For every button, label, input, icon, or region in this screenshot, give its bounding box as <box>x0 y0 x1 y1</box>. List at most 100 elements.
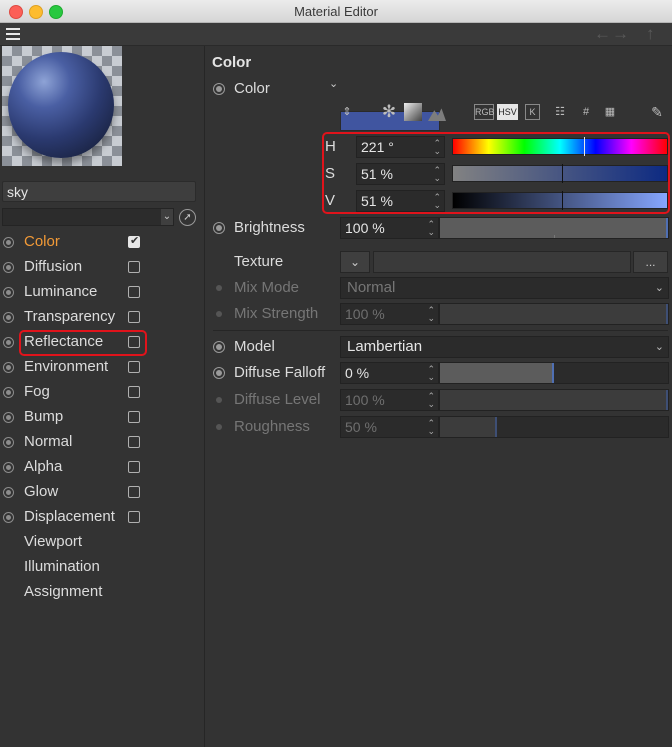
channel-diffusion[interactable]: Diffusion <box>0 257 200 279</box>
diffuse-falloff-slider-marker[interactable] <box>552 363 554 383</box>
diffuse-falloff-slider[interactable] <box>439 362 669 384</box>
diffuse-level-field[interactable]: 100 % ⌃ ⌄ <box>340 389 439 411</box>
material-name-field[interactable]: sky <box>2 181 196 202</box>
link-dropdown[interactable]: ⌄ <box>2 208 174 226</box>
texture-row: Texture ⌄ ... <box>205 251 672 273</box>
color-mode-toolbar: ⇕ ✻ RGB HSV K ☷ # ▦ ✎ <box>337 102 667 126</box>
chevron-down-icon: ⌄ <box>161 209 173 225</box>
channel-animate-radio[interactable] <box>3 412 14 423</box>
mix-strength-slider[interactable] <box>439 303 669 325</box>
mix-strength-field[interactable]: 100 % ⌃ ⌄ <box>340 303 439 325</box>
channel-animate-radio[interactable] <box>3 362 14 373</box>
channel-normal[interactable]: Normal <box>0 432 200 454</box>
brightness-row: Brightness 100 % ⌃ ⌄ <box>205 217 672 239</box>
brightness-animate-radio[interactable] <box>213 222 225 234</box>
mix-mode-select[interactable]: Normal ⌄ <box>340 277 669 299</box>
spin-arrows-icon[interactable]: ⌃ ⌄ <box>427 306 435 323</box>
arrow-right-icon[interactable]: → <box>612 24 629 44</box>
brightness-field[interactable]: 100 % ⌃ ⌄ <box>340 217 439 239</box>
channel-animate-radio[interactable] <box>3 312 14 323</box>
brightness-slider[interactable] <box>439 217 669 239</box>
collapse-icon[interactable]: ⇕ <box>337 102 357 122</box>
channel-animate-radio[interactable] <box>3 237 14 248</box>
diffuse-level-slider-marker[interactable] <box>666 390 668 410</box>
roughness-slider[interactable] <box>439 416 669 438</box>
channel-enable-checkbox[interactable] <box>128 261 140 273</box>
spin-arrows-icon[interactable]: ⌃ ⌄ <box>427 392 435 409</box>
eyedropper-icon[interactable]: ✎ <box>647 102 667 122</box>
swatches-icon[interactable]: ▦ <box>600 102 620 122</box>
channel-enable-checkbox[interactable] <box>128 511 140 523</box>
mixer-icon[interactable]: ☷ <box>550 102 570 122</box>
diffuse-level-slider[interactable] <box>439 389 669 411</box>
channel-bump[interactable]: Bump <box>0 407 200 429</box>
roughness-slider-marker[interactable] <box>495 417 497 437</box>
channel-enable-checkbox[interactable] <box>128 386 140 398</box>
pick-cursor-icon[interactable]: ➚ <box>179 209 196 226</box>
channel-transparency[interactable]: Transparency <box>0 307 200 329</box>
channel-animate-radio[interactable] <box>3 287 14 298</box>
model-select[interactable]: Lambertian ⌄ <box>340 336 669 358</box>
hex-icon[interactable]: # <box>576 102 596 122</box>
channel-enable-checkbox[interactable] <box>128 461 140 473</box>
kelvin-mode-button[interactable]: K <box>525 104 540 120</box>
mix-strength-slider-fill <box>440 304 668 324</box>
channel-luminance[interactable]: Luminance <box>0 282 200 304</box>
diffuse-falloff-animate-radio[interactable] <box>213 367 225 379</box>
channel-environment[interactable]: Environment <box>0 357 200 379</box>
channel-displacement[interactable]: Displacement <box>0 507 200 529</box>
channel-illumination[interactable]: Illumination <box>0 557 200 579</box>
color-wheel-icon[interactable]: ✻ <box>379 102 399 122</box>
chevron-down-icon[interactable]: ⌄ <box>329 77 338 90</box>
chevron-down-icon: ⌄ <box>654 341 664 353</box>
channel-viewport[interactable]: Viewport <box>0 532 200 554</box>
channel-animate-radio[interactable] <box>3 262 14 273</box>
channel-enable-checkbox[interactable] <box>128 311 140 323</box>
spin-arrows-icon[interactable]: ⌃ ⌄ <box>427 365 435 382</box>
channel-assignment[interactable]: Assignment <box>0 582 200 604</box>
channel-enable-checkbox[interactable] <box>128 411 140 423</box>
model-value: Lambertian <box>347 338 423 355</box>
texture-more-button[interactable]: ... <box>633 251 668 273</box>
channel-alpha[interactable]: Alpha <box>0 457 200 479</box>
channel-glow[interactable]: Glow <box>0 482 200 504</box>
channel-enable-checkbox[interactable] <box>128 286 140 298</box>
diffuse-falloff-field[interactable]: 0 % ⌃ ⌄ <box>340 362 439 384</box>
roughness-field[interactable]: 50 % ⌃ ⌄ <box>340 416 439 438</box>
channel-enable-checkbox[interactable] <box>128 234 140 248</box>
arrow-left-icon[interactable]: ← <box>594 24 611 44</box>
model-animate-radio[interactable] <box>213 341 225 353</box>
hsv-mode-button[interactable]: HSV <box>497 104 518 120</box>
material-preview[interactable] <box>2 46 122 166</box>
channel-animate-radio[interactable] <box>3 512 14 523</box>
spin-arrows-icon[interactable]: ⌃ ⌄ <box>427 220 435 237</box>
channel-animate-radio[interactable] <box>3 337 14 348</box>
channel-enable-checkbox[interactable] <box>128 361 140 373</box>
spin-arrows-icon[interactable]: ⌃ ⌄ <box>427 419 435 436</box>
image-picker-icon[interactable] <box>427 102 447 122</box>
channel-label: Normal <box>24 433 73 450</box>
spectrum-icon[interactable] <box>403 102 423 122</box>
color-animate-radio[interactable] <box>213 83 225 95</box>
texture-menu-button[interactable]: ⌄ <box>340 251 370 273</box>
channel-fog[interactable]: Fog <box>0 382 200 404</box>
mix-strength-value: 100 % <box>345 306 385 322</box>
channel-animate-radio[interactable] <box>3 437 14 448</box>
section-title: Color <box>212 54 252 71</box>
channel-enable-checkbox[interactable] <box>128 436 140 448</box>
channel-animate-radio[interactable] <box>3 462 14 473</box>
mix-strength-animate-dot <box>216 311 222 317</box>
channel-animate-radio[interactable] <box>3 387 14 398</box>
channel-color[interactable]: Color <box>0 232 200 254</box>
mix-strength-slider-marker[interactable] <box>666 304 668 324</box>
rgb-mode-button[interactable]: RGB <box>474 104 495 120</box>
diffuse-falloff-value: 0 % <box>345 365 370 381</box>
hamburger-menu-icon[interactable] <box>6 28 20 40</box>
channel-enable-checkbox[interactable] <box>128 486 140 498</box>
arrow-up-icon[interactable]: ↑ <box>646 24 655 44</box>
texture-slot[interactable] <box>373 251 631 273</box>
brightness-slider-marker[interactable] <box>666 218 668 238</box>
roughness-value: 50 % <box>345 419 377 435</box>
channel-animate-radio[interactable] <box>3 487 14 498</box>
mix-strength-label: Mix Strength <box>234 305 319 322</box>
